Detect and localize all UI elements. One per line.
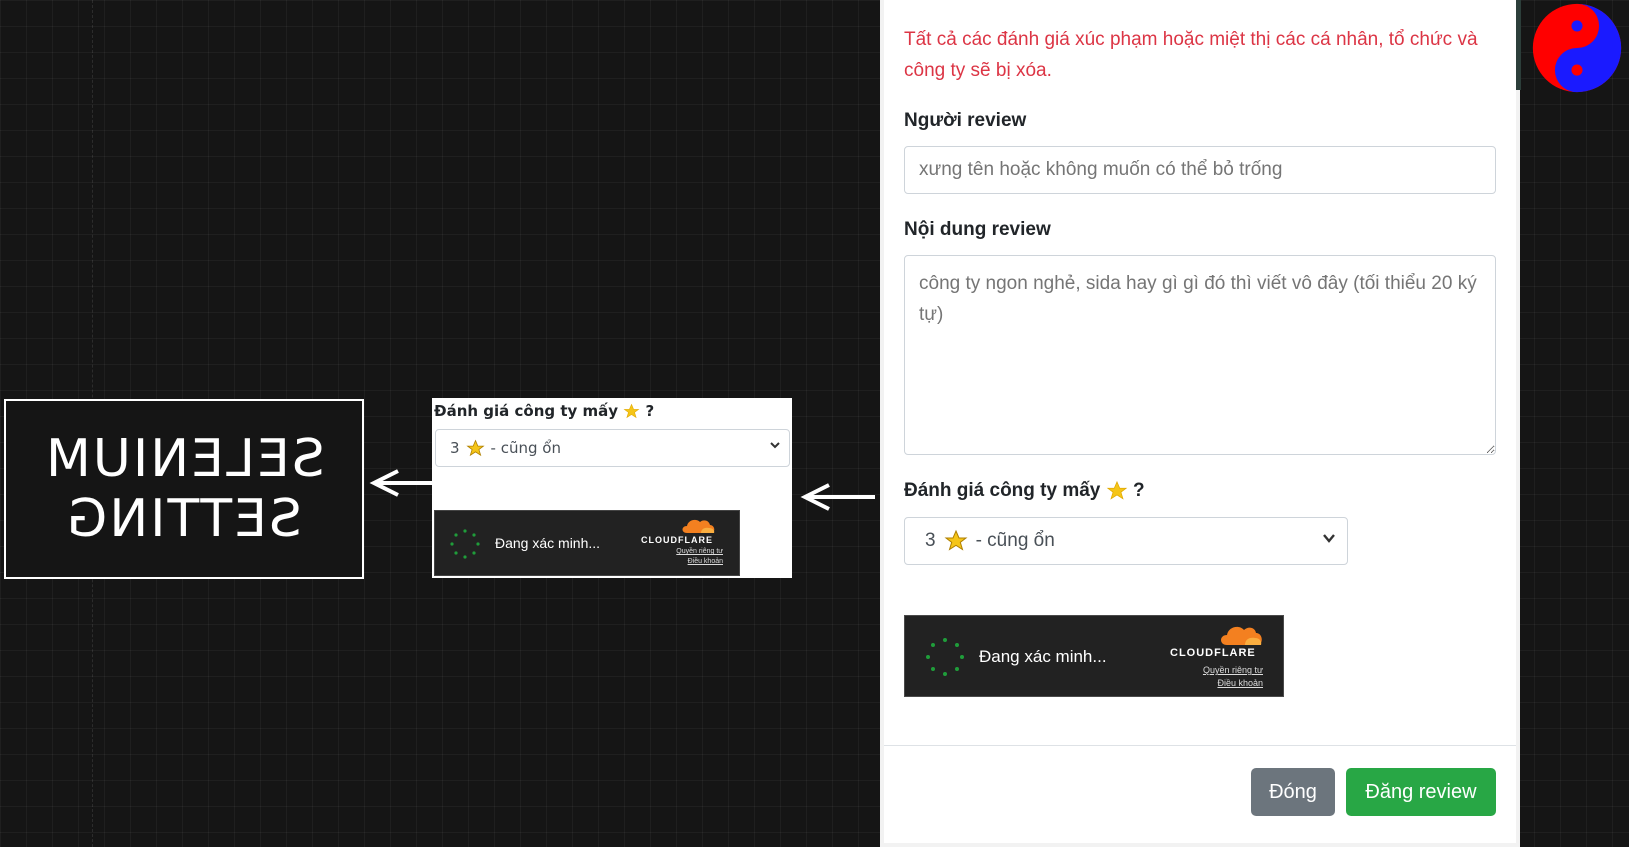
star-icon: [623, 403, 640, 419]
cf-status-text: Đang xác minh...: [979, 647, 1107, 666]
star-icon: [944, 529, 968, 551]
arrow-left-icon: [800, 483, 875, 511]
crop-cf-status: Đang xác minh...: [495, 535, 601, 551]
modal-footer-divider: [884, 745, 1516, 746]
content-label: Nội dung review: [904, 219, 1051, 240]
label-line-2: SETTING: [65, 489, 303, 549]
warning-text: Tất cả các đánh giá xúc phạm hoặc miệt t…: [904, 29, 1478, 81]
cf-brand-text: CLOUDFLARE: [1170, 647, 1256, 659]
content-textarea[interactable]: [904, 255, 1496, 455]
rating-select[interactable]: 3 - cũng ổn: [904, 517, 1348, 565]
close-button[interactable]: Đóng: [1251, 768, 1335, 816]
chevron-down-icon: [1321, 530, 1337, 551]
rating-label-question-mark: ?: [1132, 480, 1145, 502]
rating-label-text: Đánh giá công ty mấy: [904, 480, 1101, 502]
reviewer-label: Người review: [904, 110, 1027, 131]
crop-rating-label: Đánh giá công ty mấy ?: [434, 402, 654, 420]
yin-yang-icon: [1532, 3, 1622, 93]
crop-rating-question-mark: ?: [645, 402, 655, 420]
cloudflare-logo-icon: [682, 519, 715, 533]
rating-label: Đánh giá công ty mấy ?: [904, 480, 1145, 502]
crop-rating-select[interactable]: 3 - cũng ổn: [435, 429, 790, 467]
rating-select-text: - cũng ổn: [975, 530, 1055, 551]
crop-cloudflare-widget[interactable]: Đang xác minh... CLOUDFLARE Quyền riêng …: [434, 510, 740, 576]
crop-cf-brand: CLOUDFLARE: [641, 535, 713, 545]
crop-cf-privacy-link[interactable]: Quyền riêng tư: [676, 548, 723, 555]
zoomed-rating-crop: Đánh giá công ty mấy ? 3 - cũng ổn Đang …: [432, 398, 792, 578]
crop-cf-terms-link[interactable]: Điều khoản: [688, 558, 723, 565]
crop-select-text: - cũng ổn: [490, 439, 561, 457]
selenium-setting-label-box: SELENIUM SETTING: [4, 399, 364, 579]
reviewer-input[interactable]: [904, 146, 1496, 194]
cloudflare-widget[interactable]: Đang xác minh... CLOUDFLARE Quyền riêng …: [904, 615, 1284, 697]
arrow-left-icon: [369, 469, 432, 497]
spinner-icon: [450, 529, 480, 559]
chevron-down-icon: [769, 439, 781, 455]
spinner-icon: [926, 638, 964, 676]
cf-terms-link[interactable]: Điều khoản: [1217, 678, 1263, 688]
cf-privacy-link[interactable]: Quyền riêng tư: [1203, 665, 1263, 675]
star-icon: [1106, 480, 1127, 500]
submit-review-button[interactable]: Đăng review: [1346, 768, 1496, 816]
crop-rating-question: Đánh giá công ty mấy: [434, 402, 619, 420]
modal-side-accent: [1516, 0, 1521, 90]
star-icon: [465, 439, 485, 456]
label-line-1: SELENIUM: [43, 429, 325, 489]
rating-select-number: 3: [925, 530, 936, 551]
cloudflare-logo-icon: [1221, 626, 1262, 645]
review-modal: Tất cả các đánh giá xúc phạm hoặc miệt t…: [884, 0, 1516, 843]
crop-select-number: 3: [450, 439, 460, 457]
